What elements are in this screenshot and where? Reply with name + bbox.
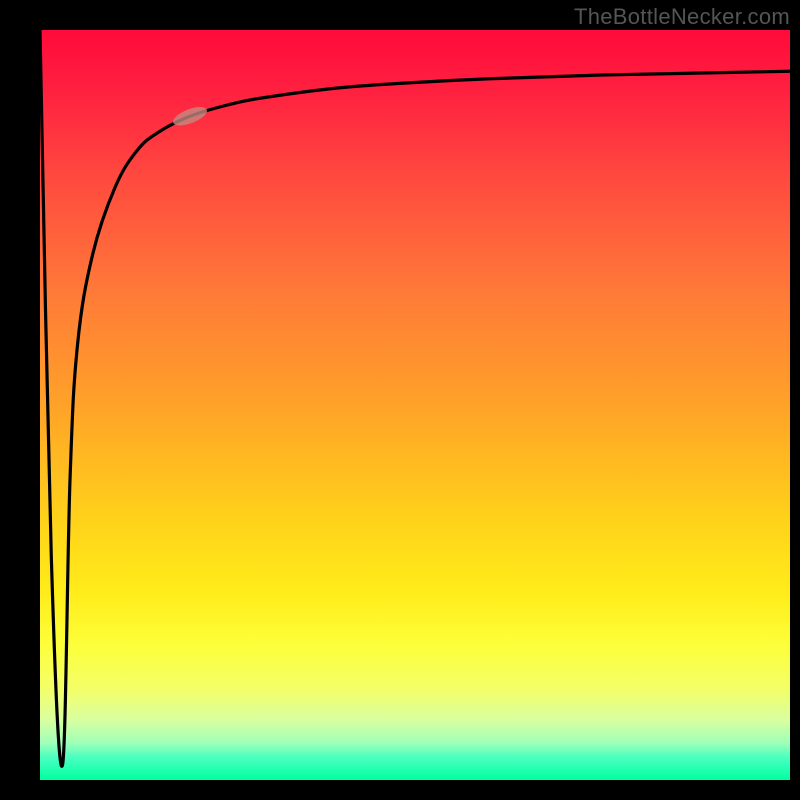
chart-frame: TheBottleNecker.com	[0, 0, 800, 800]
attribution-text: TheBottleNecker.com	[574, 4, 790, 30]
curve-path	[40, 30, 790, 766]
bottleneck-curve	[40, 30, 790, 780]
curve-marker	[171, 103, 210, 129]
plot-area	[40, 30, 790, 780]
